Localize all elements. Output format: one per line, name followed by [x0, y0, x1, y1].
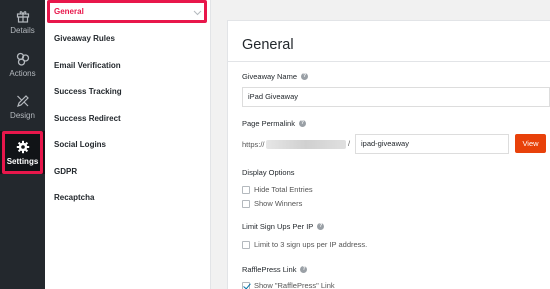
gift-icon	[16, 11, 29, 23]
field-label: Limit Sign Ups Per IP	[242, 222, 314, 231]
limit-signups-label: Limit Sign Ups Per IP ?	[242, 222, 325, 231]
show-rafflepress-link-checkbox[interactable]	[242, 281, 250, 289]
submenu-item-general[interactable]: General	[45, 0, 210, 26]
active-highlight	[47, 0, 207, 23]
rail-item-details[interactable]: Details	[0, 4, 45, 40]
option-label: Show Winners	[254, 199, 303, 208]
chevron-down-icon[interactable]	[193, 8, 202, 17]
field-label: Display Options	[242, 168, 295, 177]
submenu-item-label: Recaptcha	[54, 193, 95, 202]
hide-total-entries-checkbox[interactable]	[242, 185, 250, 194]
rail-item-settings[interactable]: Settings	[0, 131, 45, 174]
rail-item-label: Design	[10, 111, 35, 120]
active-highlight	[2, 131, 43, 174]
title-divider	[227, 61, 550, 62]
rail-item-label: Actions	[9, 69, 36, 78]
submenu-item-label: Giveaway Rules	[54, 34, 115, 43]
help-icon[interactable]: ?	[317, 223, 325, 230]
submenu-item-giveaway-rules[interactable]: Giveaway Rules	[45, 26, 210, 53]
design-icon	[16, 95, 29, 107]
rail-item-actions[interactable]: Actions	[0, 46, 45, 84]
giveaway-name-input[interactable]: iPad Giveaway	[242, 87, 550, 107]
limit-signups-checkbox[interactable]	[242, 240, 250, 249]
show-rafflepress-link-option[interactable]: Show "RafflePress" Link	[242, 281, 335, 289]
icon-rail: Details Actions Design Settings	[0, 0, 45, 289]
field-label: RafflePress Link	[242, 265, 297, 274]
field-label: Giveaway Name	[242, 72, 298, 81]
show-winners-option[interactable]: Show Winners	[242, 199, 302, 208]
permalink-prefix-text: https://	[242, 140, 265, 149]
submenu-item-gdpr[interactable]: GDPR	[45, 159, 210, 186]
rafflepress-link-label: RafflePress Link ?	[242, 265, 308, 274]
permalink-slash: /	[348, 139, 351, 148]
show-winners-checkbox[interactable]	[242, 199, 250, 208]
help-icon[interactable]: ?	[300, 266, 308, 273]
rail-item-design[interactable]: Design	[0, 88, 45, 126]
submenu-item-label: Success Redirect	[54, 113, 121, 123]
submenu-item-label: Success Tracking	[54, 87, 122, 96]
giveaway-name-label: Giveaway Name ?	[242, 72, 309, 81]
limit-signups-option[interactable]: Limit to 3 sign ups per IP address.	[242, 240, 367, 249]
rail-item-label: Details	[10, 26, 35, 35]
page-title: General	[242, 37, 294, 53]
display-options-label: Display Options	[242, 168, 295, 177]
hide-total-entries-option[interactable]: Hide Total Entries	[242, 185, 313, 194]
submenu-item-label: Social Logins	[54, 140, 107, 149]
submenu-item-recaptcha[interactable]: Recaptcha	[45, 185, 210, 212]
permalink-slug-input[interactable]: ipad-giveaway	[355, 134, 509, 154]
field-label: Page Permalink	[242, 119, 295, 128]
blurred-domain	[266, 140, 346, 149]
help-icon[interactable]: ?	[301, 73, 309, 80]
settings-submenu: General Giveaway Rules Email Verificatio…	[45, 0, 211, 289]
submenu-item-label: GDPR	[54, 166, 78, 176]
option-label: Limit to 3 sign ups per IP address.	[254, 240, 368, 249]
option-label: Hide Total Entries	[254, 185, 313, 194]
help-icon[interactable]: ?	[298, 120, 306, 127]
actions-icon	[16, 52, 29, 66]
submenu-item-success-redirect[interactable]: Success Redirect	[45, 106, 210, 133]
page-permalink-label: Page Permalink ?	[242, 119, 306, 128]
submenu-item-social-logins[interactable]: Social Logins	[45, 132, 210, 159]
submenu-item-success-tracking[interactable]: Success Tracking	[45, 79, 210, 106]
option-label: Show "RafflePress" Link	[254, 281, 335, 289]
submenu-item-email-verification[interactable]: Email Verification	[45, 53, 210, 80]
permalink-prefix: https://	[242, 140, 265, 149]
submenu-item-label: Email Verification	[54, 60, 121, 70]
view-button[interactable]: View	[515, 134, 546, 153]
